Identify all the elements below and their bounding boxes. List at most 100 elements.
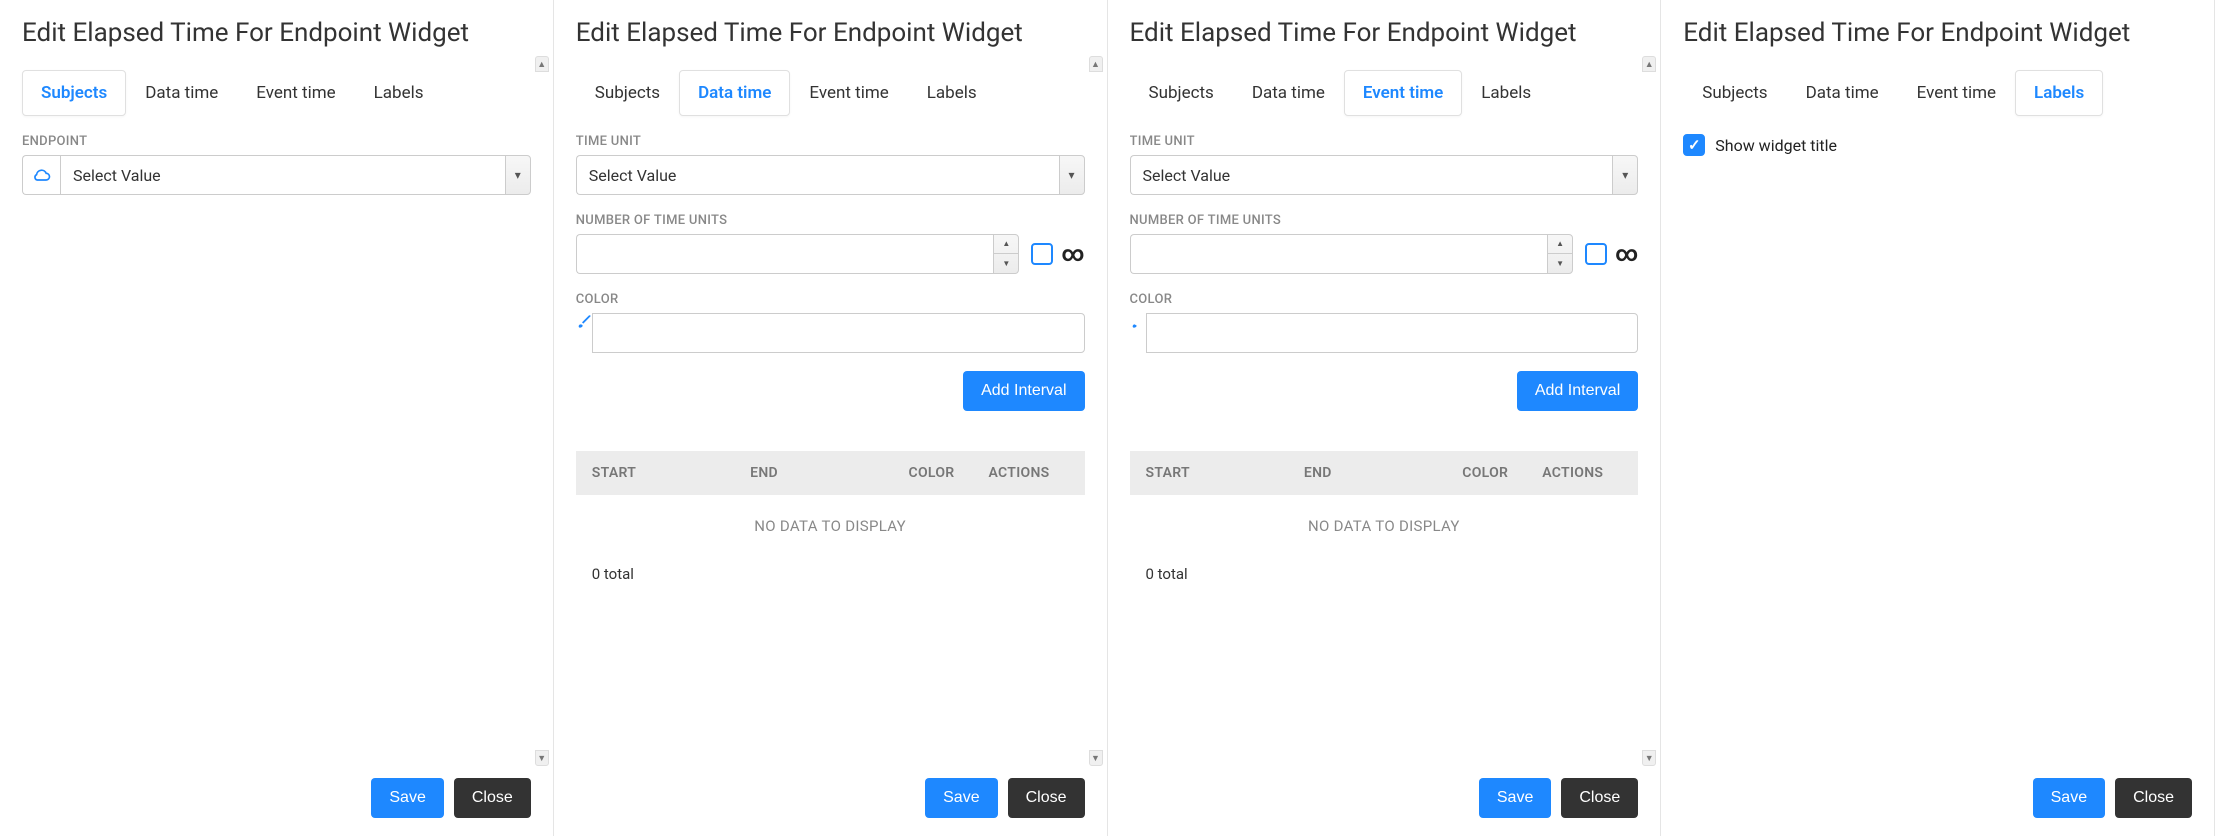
infinity-icon: ∞ xyxy=(1061,242,1084,267)
col-actions: ACTIONS xyxy=(989,465,1069,481)
num-units-label: NUMBER OF TIME UNITS xyxy=(1130,213,1639,228)
scroll-up-icon[interactable]: ▲ xyxy=(1089,56,1103,72)
tabs: Subjects Data time Event time Labels xyxy=(576,70,1085,116)
infinity-icon: ∞ xyxy=(1615,242,1638,267)
show-widget-title-checkbox[interactable] xyxy=(1683,134,1705,156)
time-unit-select-wrap: Select Value ▾ xyxy=(1130,155,1639,195)
tab-data-time[interactable]: Data time xyxy=(126,70,237,116)
infinity-checkbox[interactable] xyxy=(1585,243,1607,265)
panel-title: Edit Elapsed Time For Endpoint Widget xyxy=(576,18,1085,48)
color-input[interactable] xyxy=(1146,313,1639,353)
close-button[interactable]: Close xyxy=(1561,778,1638,818)
panel-body: TIME UNIT Select Value ▾ NUMBER OF TIME … xyxy=(576,134,1085,768)
add-interval-button[interactable]: Add Interval xyxy=(963,371,1084,411)
panel-data-time: ▲ ▼ Edit Elapsed Time For Endpoint Widge… xyxy=(554,0,1108,836)
col-color: COLOR xyxy=(1462,465,1542,481)
tab-data-time[interactable]: Data time xyxy=(1787,70,1898,116)
endpoint-label: ENDPOINT xyxy=(22,134,531,149)
tabs: Subjects Data time Event time Labels xyxy=(1683,70,2192,116)
color-label: COLOR xyxy=(1130,292,1639,307)
table-empty-text: NO DATA TO DISPLAY xyxy=(1130,495,1639,557)
save-button[interactable]: Save xyxy=(2033,778,2105,818)
endpoint-select-wrap: Select Value ▾ xyxy=(22,155,531,195)
tab-labels[interactable]: Labels xyxy=(355,70,443,116)
panel-labels: Edit Elapsed Time For Endpoint Widget Su… xyxy=(1661,0,2215,836)
save-button[interactable]: Save xyxy=(925,778,997,818)
num-units-input[interactable] xyxy=(1130,234,1548,274)
tab-subjects[interactable]: Subjects xyxy=(576,70,679,116)
time-unit-select-wrap: Select Value ▾ xyxy=(576,155,1085,195)
show-widget-title-label: Show widget title xyxy=(1715,136,1837,155)
tab-event-time[interactable]: Event time xyxy=(1898,70,2015,116)
tab-event-time[interactable]: Event time xyxy=(237,70,354,116)
panel-footer: Save Close xyxy=(1130,768,1639,818)
number-spinner[interactable]: ▲▼ xyxy=(1547,234,1573,274)
tab-subjects[interactable]: Subjects xyxy=(22,70,126,116)
col-start: START xyxy=(1146,465,1304,481)
endpoint-select[interactable]: Select Value xyxy=(60,155,505,195)
tab-data-time[interactable]: Data time xyxy=(1233,70,1344,116)
tab-data-time[interactable]: Data time xyxy=(679,70,790,116)
col-color: COLOR xyxy=(909,465,989,481)
dropdown-icon[interactable]: ▾ xyxy=(1612,155,1638,195)
tab-labels[interactable]: Labels xyxy=(908,70,996,116)
panel-title: Edit Elapsed Time For Endpoint Widget xyxy=(1130,18,1639,48)
col-end: END xyxy=(1304,465,1462,481)
panel-footer: Save Close xyxy=(22,768,531,818)
scroll-down-icon[interactable]: ▼ xyxy=(1089,750,1103,766)
time-unit-select[interactable]: Select Value xyxy=(1130,155,1613,195)
col-end: END xyxy=(750,465,908,481)
panel-body: TIME UNIT Select Value ▾ NUMBER OF TIME … xyxy=(1130,134,1639,768)
panel-title: Edit Elapsed Time For Endpoint Widget xyxy=(1683,18,2192,48)
tab-subjects[interactable]: Subjects xyxy=(1130,70,1233,116)
close-button[interactable]: Close xyxy=(2115,778,2192,818)
panel-footer: Save Close xyxy=(1683,768,2192,818)
dropdown-icon[interactable]: ▾ xyxy=(505,155,531,195)
time-unit-label: TIME UNIT xyxy=(576,134,1085,149)
col-start: START xyxy=(592,465,750,481)
num-units-label: NUMBER OF TIME UNITS xyxy=(576,213,1085,228)
cloud-icon xyxy=(22,155,60,195)
infinity-checkbox[interactable] xyxy=(1031,243,1053,265)
panel-body: Show widget title xyxy=(1683,134,2192,768)
table-total: 0 total xyxy=(1130,557,1639,591)
num-units-input[interactable] xyxy=(576,234,994,274)
number-spinner[interactable]: ▲▼ xyxy=(993,234,1019,274)
tab-labels[interactable]: Labels xyxy=(1462,70,1550,116)
tab-labels[interactable]: Labels xyxy=(2015,70,2103,116)
tab-subjects[interactable]: Subjects xyxy=(1683,70,1786,116)
add-interval-button[interactable]: Add Interval xyxy=(1517,371,1638,411)
panel-subjects: ▲ ▼ Edit Elapsed Time For Endpoint Widge… xyxy=(0,0,554,836)
time-unit-select[interactable]: Select Value xyxy=(576,155,1059,195)
tab-event-time[interactable]: Event time xyxy=(1344,70,1462,116)
tabs: Subjects Data time Event time Labels xyxy=(1130,70,1639,116)
tabs: Subjects Data time Event time Labels xyxy=(22,70,531,116)
color-label: COLOR xyxy=(576,292,1085,307)
panel-title: Edit Elapsed Time For Endpoint Widget xyxy=(22,18,531,48)
panel-footer: Save Close xyxy=(576,768,1085,818)
tab-event-time[interactable]: Event time xyxy=(790,70,907,116)
brush-icon xyxy=(576,313,592,353)
save-button[interactable]: Save xyxy=(1479,778,1551,818)
table-total: 0 total xyxy=(576,557,1085,591)
scrollbar[interactable]: ▲ ▼ xyxy=(1089,56,1103,766)
panel-body: ENDPOINT Select Value ▾ xyxy=(22,134,531,768)
color-input[interactable] xyxy=(592,313,1085,353)
brush-icon xyxy=(1130,313,1146,353)
scrollbar[interactable]: ▲ ▼ xyxy=(1642,56,1656,766)
intervals-table: START END COLOR ACTIONS NO DATA TO DISPL… xyxy=(1130,451,1639,591)
time-unit-label: TIME UNIT xyxy=(1130,134,1639,149)
scroll-down-icon[interactable]: ▼ xyxy=(1642,750,1656,766)
dropdown-icon[interactable]: ▾ xyxy=(1059,155,1085,195)
close-button[interactable]: Close xyxy=(454,778,531,818)
scroll-up-icon[interactable]: ▲ xyxy=(535,56,549,72)
panel-event-time: ▲ ▼ Edit Elapsed Time For Endpoint Widge… xyxy=(1108,0,1662,836)
save-button[interactable]: Save xyxy=(371,778,443,818)
scroll-up-icon[interactable]: ▲ xyxy=(1642,56,1656,72)
col-actions: ACTIONS xyxy=(1542,465,1622,481)
scrollbar[interactable]: ▲ ▼ xyxy=(535,56,549,766)
close-button[interactable]: Close xyxy=(1008,778,1085,818)
scroll-down-icon[interactable]: ▼ xyxy=(535,750,549,766)
table-empty-text: NO DATA TO DISPLAY xyxy=(576,495,1085,557)
intervals-table: START END COLOR ACTIONS NO DATA TO DISPL… xyxy=(576,451,1085,591)
